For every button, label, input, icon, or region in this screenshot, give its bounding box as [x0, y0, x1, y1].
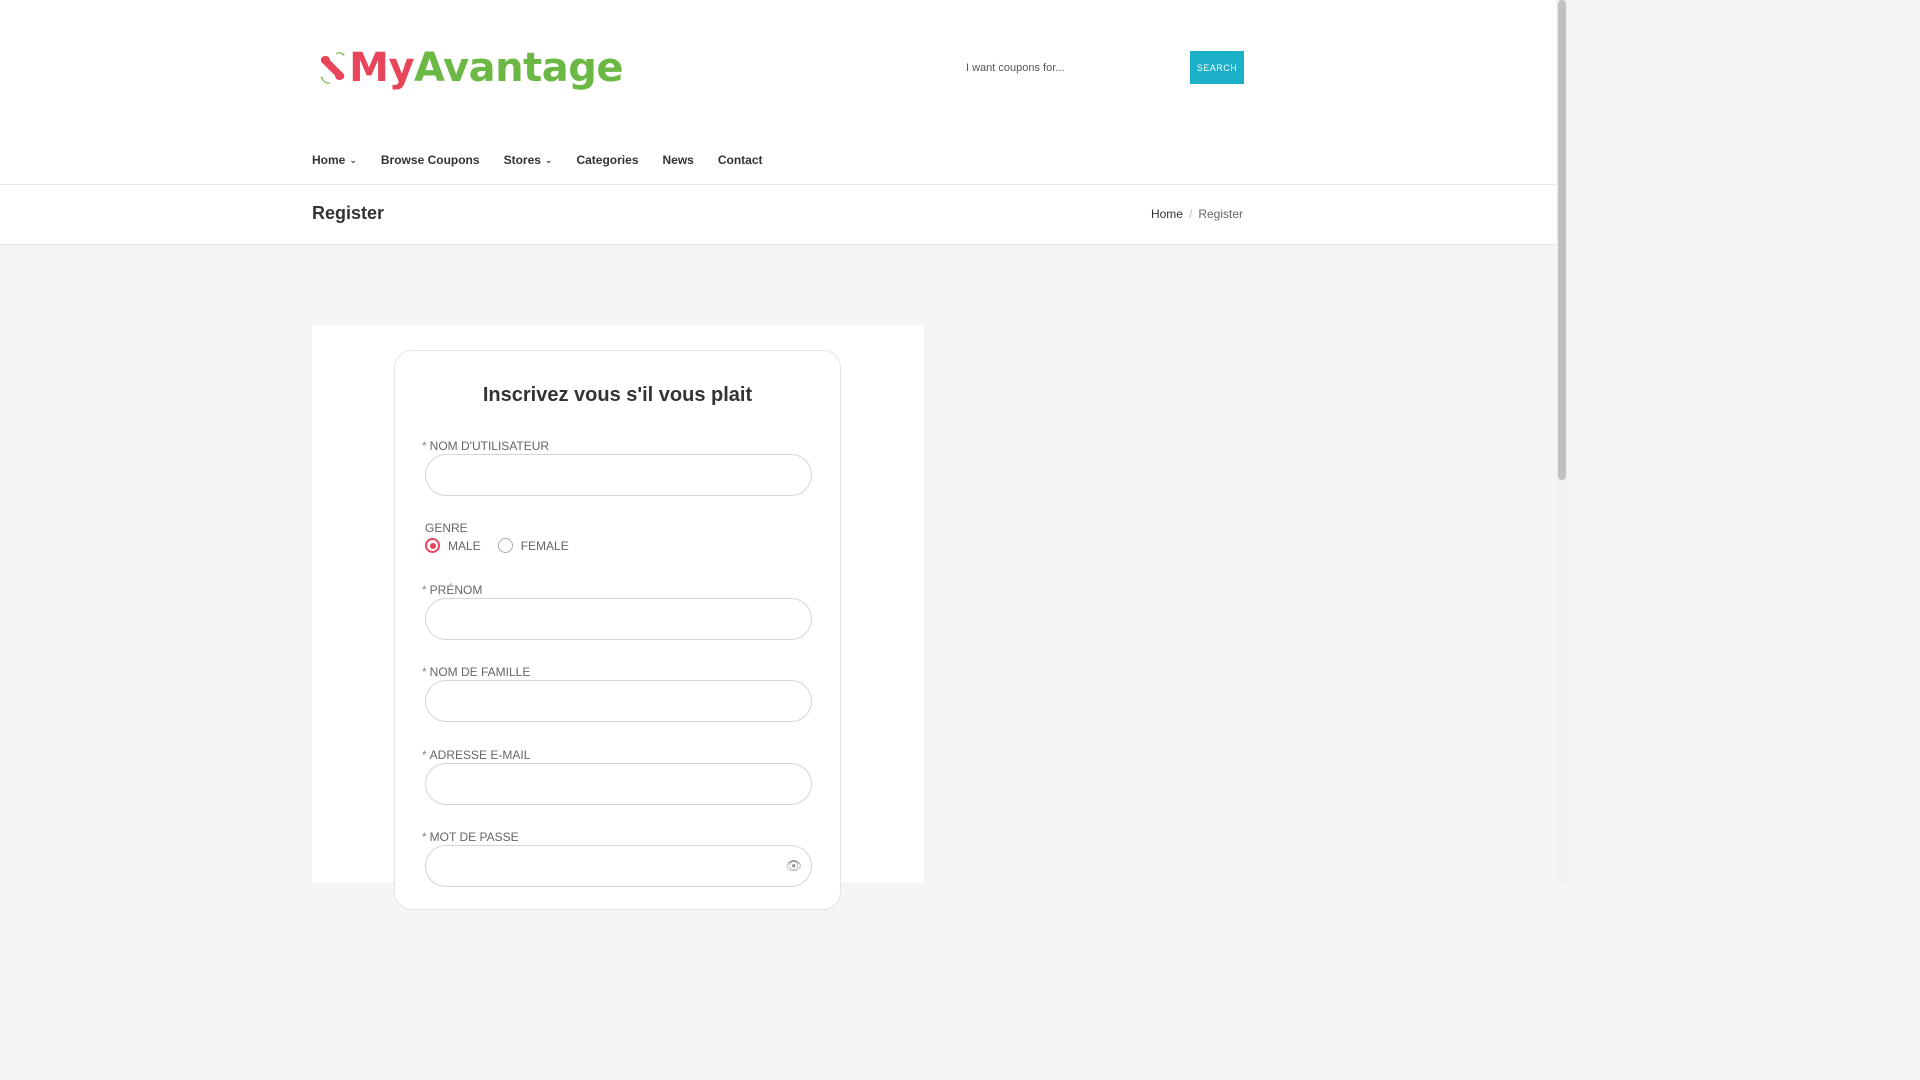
nav-item-stores[interactable]: Stores ⌄ [504, 153, 553, 167]
nav-item-label: Categories [576, 153, 639, 167]
password-label: * MOT DE PASSE [422, 830, 519, 844]
required-mark: * [422, 583, 427, 597]
page-title: Register [312, 203, 385, 223]
radio-selected-icon[interactable] [425, 538, 440, 553]
nav-item-label: Home [312, 153, 346, 167]
required-mark: * [422, 748, 427, 762]
search-button[interactable]: SEARCH [1190, 51, 1244, 84]
password-label-text: MOT DE PASSE [429, 830, 519, 844]
lastname-label-text: NOM DE FAMILLE [429, 665, 531, 679]
site-logo[interactable]: MyAvantage [318, 28, 623, 108]
email-field[interactable] [425, 763, 812, 805]
nav-item-label: Browse Coupons [380, 153, 480, 167]
register-form: Inscrivez vous s'il vous plait * NOM D'UT… [394, 350, 841, 910]
genre-option-male[interactable]: MALE [425, 538, 481, 553]
chevron-down-icon: ⌄ [544, 154, 553, 165]
nav-item-label: Contact [717, 153, 763, 167]
logo-wordmark: MyAvantage [349, 45, 623, 91]
content-card: Inscrivez vous s'il vous plait * NOM D'UT… [312, 325, 924, 910]
logo-text-avantage: Avantage [414, 45, 623, 91]
email-label: * ADRESSE E-MAIL [422, 748, 530, 762]
site-header: MyAvantage SEARCH Home⌄ Browse Coupons S… [0, 0, 1556, 185]
nav-item-home[interactable]: Home ⌄ [312, 153, 357, 167]
nav-item-contact[interactable]: Contact [718, 153, 763, 167]
required-mark: * [422, 830, 427, 844]
email-label-text: ADRESSE E-MAIL [429, 748, 531, 762]
breadcrumb-home-link[interactable]: Home [1151, 207, 1183, 221]
form-title: Inscrivez vous s'il vous plait [482, 384, 753, 406]
page-title-bar: Register Home / Register [0, 185, 1556, 245]
genre-label: GENRE [425, 521, 468, 535]
required-mark: * [422, 665, 427, 679]
breadcrumb-separator: / [1188, 207, 1193, 221]
breadcrumb: Home / Register [1151, 207, 1243, 221]
scrollbar-thumb[interactable] [1558, 0, 1566, 480]
password-field[interactable]: 👁 [425, 845, 812, 887]
nav-item-browse-coupons[interactable]: Browse Coupons [381, 153, 480, 167]
search-input[interactable] [956, 52, 1190, 83]
lastname-field[interactable] [425, 680, 812, 722]
genre-option-female[interactable]: FEMALE [497, 538, 569, 553]
firstname-label-text: PRÉNOM [429, 583, 483, 597]
breadcrumb-current: Register [1198, 207, 1243, 221]
username-field[interactable] [425, 454, 812, 496]
required-mark: * [422, 439, 427, 453]
username-label-text: NOM D'UTILISATEUR [429, 439, 550, 453]
firstname-field[interactable] [425, 598, 812, 640]
radio-unselected-icon[interactable] [497, 538, 513, 553]
lastname-label: * NOM DE FAMILLE [422, 665, 530, 679]
nav-item-news[interactable]: News [663, 153, 694, 167]
eye-icon[interactable]: 👁 [785, 858, 802, 874]
genre-option-label: MALE [448, 538, 481, 553]
nav-item-categories[interactable]: Categories [576, 153, 638, 167]
main-nav: Home ⌄ Browse Coupons Stores ⌄ Categories … [312, 148, 787, 172]
username-label: * NOM D'UTILISATEUR [422, 439, 549, 453]
page-scrollbar[interactable] [1556, 0, 1568, 882]
firstname-label: * PRÉNOM [422, 583, 482, 597]
nav-item-label: News [662, 153, 694, 167]
chevron-down-icon: ⌄ [349, 154, 357, 165]
genre-option-label: FEMALE [520, 538, 569, 553]
nav-item-label: Stores [503, 153, 541, 167]
logo-text-my: My [349, 45, 415, 91]
coupon-logo-icon [320, 52, 345, 84]
genre-radio-group: MALE FEMALE [425, 538, 586, 553]
search-field [955, 51, 1191, 84]
